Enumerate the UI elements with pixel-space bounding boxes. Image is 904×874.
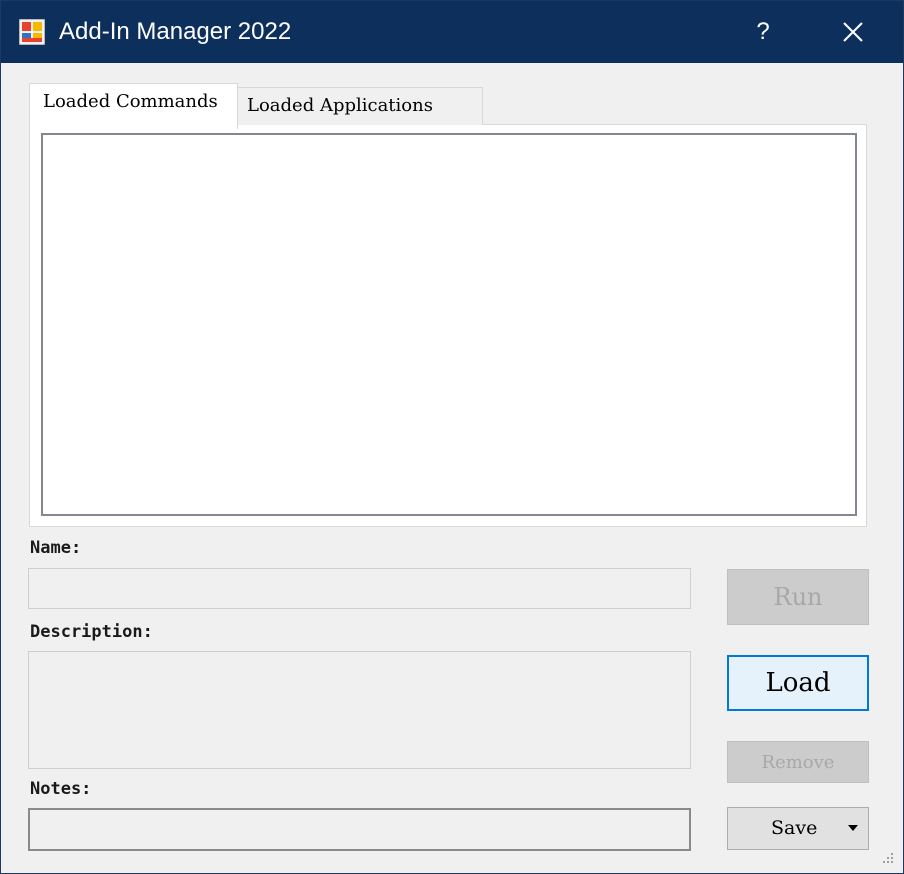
notes-label: Notes:	[30, 779, 92, 799]
help-button[interactable]: ?	[733, 1, 793, 63]
add-in-manager-dialog: Add-In Manager 2022 ? Loaded Commands Lo…	[0, 0, 904, 874]
dropdown-arrow-icon	[848, 825, 858, 831]
name-label: Name:	[30, 538, 82, 558]
title-bar[interactable]: Add-In Manager 2022 ?	[1, 1, 903, 63]
save-button-label: Save	[771, 817, 818, 839]
resize-grip-icon[interactable]	[877, 847, 897, 867]
description-label: Description:	[30, 622, 153, 642]
commands-tree-list[interactable]	[41, 133, 857, 516]
run-button[interactable]: Run	[727, 569, 869, 625]
close-button[interactable]	[821, 1, 885, 63]
notes-field[interactable]	[28, 808, 691, 851]
tab-loaded-commands[interactable]: Loaded Commands	[29, 83, 238, 129]
tab-loaded-applications[interactable]: Loaded Applications	[237, 87, 483, 125]
remove-button[interactable]: Remove	[727, 741, 869, 783]
description-field[interactable]	[28, 651, 691, 769]
close-icon	[843, 22, 863, 42]
app-icon	[19, 19, 45, 45]
name-field[interactable]	[28, 568, 691, 609]
window-title: Add-In Manager 2022	[59, 18, 292, 45]
load-button[interactable]: Load	[727, 655, 869, 711]
tab-panel-loaded-commands	[29, 124, 867, 527]
save-dropdown-button[interactable]: Save	[727, 807, 869, 850]
